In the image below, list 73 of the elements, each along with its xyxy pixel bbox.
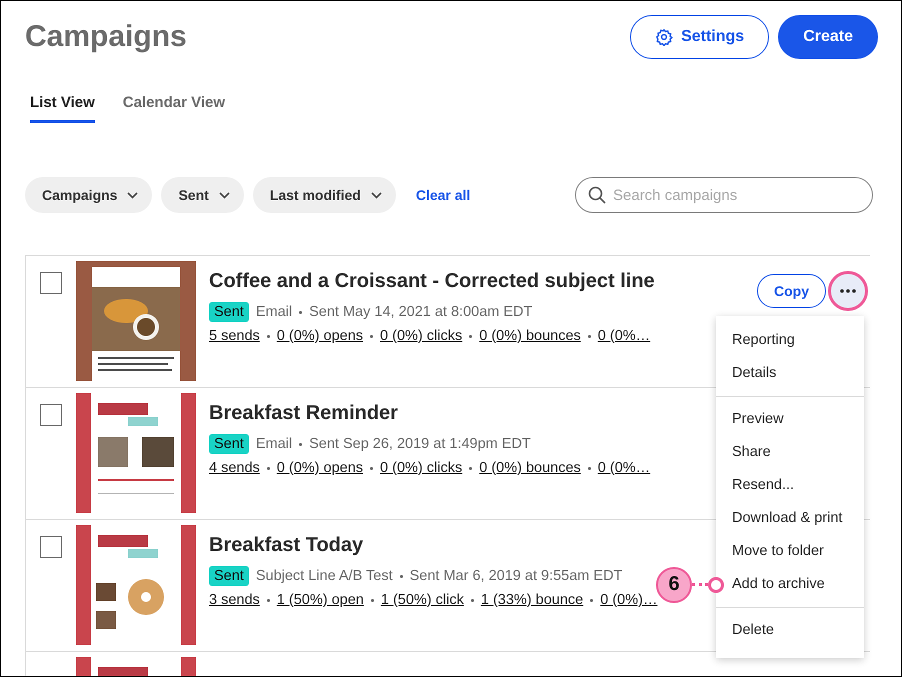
settings-button[interactable]: Settings <box>630 15 770 59</box>
menu-item[interactable]: Reporting <box>716 324 864 357</box>
bullet-icon <box>470 598 474 602</box>
stat-link[interactable]: 0 (0%) clicks <box>380 328 462 344</box>
menu-item[interactable]: Share <box>716 436 864 469</box>
stat-link[interactable]: 4 sends <box>209 460 260 476</box>
chevron-icon <box>127 192 138 198</box>
stat-link[interactable]: 1 (33%) bounce <box>480 592 584 608</box>
copy-button[interactable]: Copy <box>757 274 826 308</box>
menu-item[interactable]: Add to archive <box>716 568 864 601</box>
bullet-icon <box>588 334 591 338</box>
row-checkbox[interactable] <box>40 272 62 294</box>
menu-item[interactable]: Delete <box>716 614 864 647</box>
filter-dropdown[interactable]: Sent <box>161 177 244 213</box>
search-icon <box>588 186 606 204</box>
step-callout: 6 <box>656 566 692 602</box>
settings-icon <box>655 28 674 46</box>
stat-link[interactable]: 1 (50%) open <box>276 592 364 608</box>
campaign-title[interactable]: Coffee and a Croissant - Corrected subject line <box>209 270 655 293</box>
stat-link[interactable]: 0 (0%) opens <box>276 328 364 344</box>
stat-link[interactable]: 0 (0%) bounces <box>479 328 581 344</box>
stat-link[interactable]: 3 sends <box>209 592 260 608</box>
view-tab[interactable]: List View <box>30 93 95 123</box>
chevron-icon <box>218 192 230 198</box>
view-tab[interactable]: Calendar View <box>122 93 226 123</box>
bullet-icon <box>588 466 591 470</box>
search-field[interactable]: Search campaigns <box>575 177 873 213</box>
menu-item[interactable]: Preview <box>716 403 864 436</box>
menu-item[interactable]: Download & print <box>716 502 864 535</box>
stat-link[interactable]: 0 (0%)… <box>600 592 658 608</box>
campaign-title[interactable]: Breakfast Today <box>209 534 658 557</box>
stat-link[interactable]: 0 (0%) bounces <box>479 460 581 476</box>
campaign-type: Subject Line A/B Test <box>256 568 393 584</box>
menu-item[interactable]: Move to folder <box>716 535 864 568</box>
chevron-icon <box>370 192 382 198</box>
bullet-icon <box>400 574 403 578</box>
campaign-type: Email <box>256 436 292 452</box>
campaign-type: Email <box>256 304 292 320</box>
bullet-icon <box>266 598 270 602</box>
clear-all-link[interactable]: Clear all <box>416 187 470 203</box>
page-title: Campaigns <box>25 20 188 54</box>
menu-item[interactable]: Resend... <box>716 469 864 502</box>
stat-link[interactable]: 0 (0%) clicks <box>380 460 462 476</box>
ellipsis-icon <box>840 289 856 293</box>
stat-link[interactable]: 0 (0%… <box>598 328 650 344</box>
bullet-icon <box>469 466 472 470</box>
bullet-icon <box>370 598 374 602</box>
bullet-icon <box>299 442 302 446</box>
campaign-title[interactable]: Breakfast Reminder <box>209 402 650 425</box>
sent-date: Sent Sep 26, 2019 at 1:49pm EDT <box>309 436 531 452</box>
stat-link[interactable]: 0 (0%) opens <box>276 460 364 476</box>
bullet-icon <box>266 334 270 338</box>
sent-date: Sent May 14, 2021 at 8:00am EDT <box>309 304 532 320</box>
status-badge: Sent <box>209 302 249 322</box>
stat-link[interactable]: 5 sends <box>209 328 260 344</box>
more-options-button[interactable] <box>828 271 868 311</box>
bullet-icon <box>370 334 374 338</box>
status-badge: Sent <box>209 566 249 586</box>
bullet-icon <box>590 598 594 602</box>
stat-link[interactable]: 1 (50%) click <box>380 592 464 608</box>
stat-link[interactable]: 0 (0%… <box>598 460 650 476</box>
filter-dropdown[interactable]: Campaigns <box>25 177 152 213</box>
bullet-icon <box>370 466 374 470</box>
sent-date: Sent Mar 6, 2019 at 9:55am EDT <box>410 568 622 584</box>
create-button[interactable]: Create <box>778 15 878 59</box>
bullet-icon <box>469 334 472 338</box>
bullet-icon <box>299 310 302 314</box>
row-checkbox[interactable] <box>40 536 62 558</box>
filter-dropdown[interactable]: Last modified <box>252 177 396 213</box>
menu-item[interactable]: Details <box>716 357 864 390</box>
bullet-icon <box>266 466 270 470</box>
status-badge: Sent <box>209 434 249 454</box>
row-checkbox[interactable] <box>40 404 62 426</box>
